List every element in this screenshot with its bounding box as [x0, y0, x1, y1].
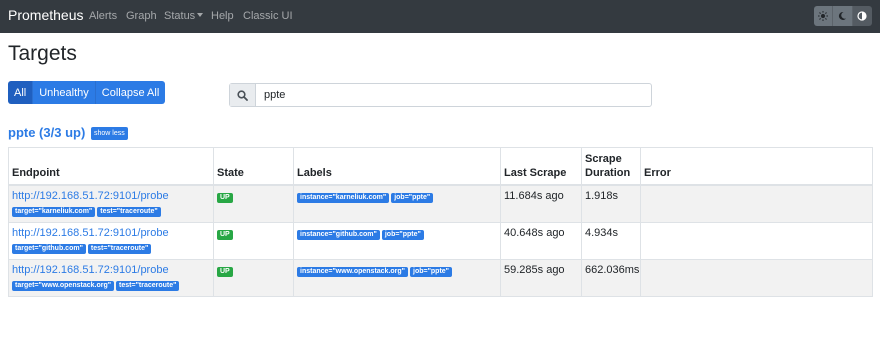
- filter-unhealthy-button[interactable]: Unhealthy: [33, 81, 96, 104]
- nav-alerts[interactable]: Alerts: [89, 10, 117, 22]
- brand-link[interactable]: Prometheus: [8, 7, 83, 23]
- labels-cell: instance="karneliuk.com" job="ppte": [293, 184, 501, 223]
- error-cell: [640, 258, 873, 297]
- state-cell: UP: [213, 221, 294, 260]
- param-badge: target="karneliuk.com": [12, 207, 96, 217]
- table-row: http://192.168.51.72:9101/probe target="…: [8, 258, 873, 297]
- endpoint-cell: http://192.168.51.72:9101/probe target="…: [8, 184, 214, 223]
- column-endpoint: Endpoint: [8, 147, 214, 186]
- nav-classic-ui[interactable]: Classic UI: [243, 10, 293, 22]
- collapse-all-button[interactable]: Collapse All: [95, 81, 166, 104]
- duration-cell: 662.036ms: [581, 258, 641, 297]
- page-title: Targets: [8, 42, 77, 65]
- filter-all-button[interactable]: All: [8, 81, 34, 104]
- state-badge: UP: [217, 193, 233, 203]
- column-scrape-duration: Scrape Duration: [581, 147, 641, 186]
- label-badge: job="ppte": [391, 193, 434, 203]
- moon-icon: [839, 11, 847, 20]
- nav-status-dropdown[interactable]: Status: [164, 10, 204, 22]
- param-badge: test="traceroute": [97, 207, 161, 217]
- endpoint-link[interactable]: http://192.168.51.72:9101/probe: [12, 264, 210, 277]
- label-badge: job="ppte": [381, 229, 424, 240]
- show-less-button[interactable]: show less: [91, 127, 128, 140]
- table-row: http://192.168.51.72:9101/probe target="…: [8, 221, 873, 260]
- state-cell: UP: [213, 258, 294, 297]
- theme-auto-button[interactable]: [852, 6, 872, 26]
- labels-cell: instance="github.com" job="ppte": [293, 221, 501, 260]
- column-error: Error: [640, 147, 873, 186]
- column-scrape-duration-line2: Duration: [585, 167, 631, 179]
- endpoint-cell: http://192.168.51.72:9101/probe target="…: [8, 258, 214, 297]
- theme-dark-button[interactable]: [833, 6, 853, 26]
- last-scrape-cell: 59.285s ago: [500, 258, 582, 297]
- endpoint-params: target="karneliuk.com" test="traceroute": [12, 204, 210, 217]
- state-badge: UP: [217, 229, 233, 240]
- search-box: [229, 83, 652, 107]
- table-row: http://192.168.51.72:9101/probe target="…: [8, 184, 873, 223]
- last-scrape-cell: 40.648s ago: [500, 221, 582, 260]
- search-icon: [237, 89, 248, 101]
- labels-cell: instance="www.openstack.org" job="ppte": [293, 258, 501, 297]
- top-navbar: Prometheus Alerts Graph Status Help Clas…: [0, 0, 880, 33]
- error-cell: [640, 221, 873, 260]
- column-state: State: [213, 147, 294, 186]
- filter-button-group: All Unhealthy Collapse All: [8, 81, 166, 104]
- last-scrape-cell: 11.684s ago: [500, 184, 582, 223]
- nav-graph[interactable]: Graph: [126, 10, 157, 22]
- state-badge: UP: [217, 266, 233, 277]
- endpoint-link[interactable]: http://192.168.51.72:9101/probe: [12, 227, 210, 240]
- nav-status-label: Status: [164, 10, 196, 22]
- param-badge: test="traceroute": [116, 280, 180, 291]
- duration-cell: 1.918s: [581, 184, 641, 223]
- param-badge: target="www.openstack.org": [12, 280, 115, 291]
- state-cell: UP: [213, 184, 294, 223]
- nav-help[interactable]: Help: [211, 10, 234, 22]
- column-last-scrape: Last Scrape: [500, 147, 582, 186]
- sun-icon: [818, 11, 829, 21]
- endpoint-params: target="github.com" test="traceroute": [12, 241, 210, 254]
- column-scrape-duration-line1: Scrape: [585, 153, 622, 165]
- targets-table: Endpoint State Labels Last Scrape Scrape…: [8, 147, 873, 297]
- theme-toggle-group: [814, 6, 872, 26]
- param-badge: target="github.com": [12, 243, 86, 254]
- search-addon: [230, 84, 256, 106]
- theme-light-button[interactable]: [814, 6, 834, 26]
- pool-title-link[interactable]: ppte (3/3 up): [8, 125, 85, 140]
- endpoint-link[interactable]: http://192.168.51.72:9101/probe: [12, 190, 210, 203]
- endpoint-params: target="www.openstack.org" test="tracerou…: [12, 278, 210, 291]
- contrast-icon: [857, 11, 867, 21]
- endpoint-cell: http://192.168.51.72:9101/probe target="…: [8, 221, 214, 260]
- param-badge: test="traceroute": [87, 243, 152, 254]
- label-badge: instance="www.openstack.org": [297, 266, 408, 277]
- label-badge: job="ppte": [410, 266, 452, 277]
- chevron-down-icon: [197, 13, 204, 17]
- error-cell: [640, 184, 873, 223]
- column-labels: Labels: [293, 147, 501, 186]
- search-input[interactable]: [256, 84, 636, 106]
- label-badge: instance="github.com": [297, 229, 380, 240]
- label-badge: instance="karneliuk.com": [297, 193, 390, 203]
- table-header-row: Endpoint State Labels Last Scrape Scrape…: [8, 147, 873, 186]
- duration-cell: 4.934s: [581, 221, 641, 260]
